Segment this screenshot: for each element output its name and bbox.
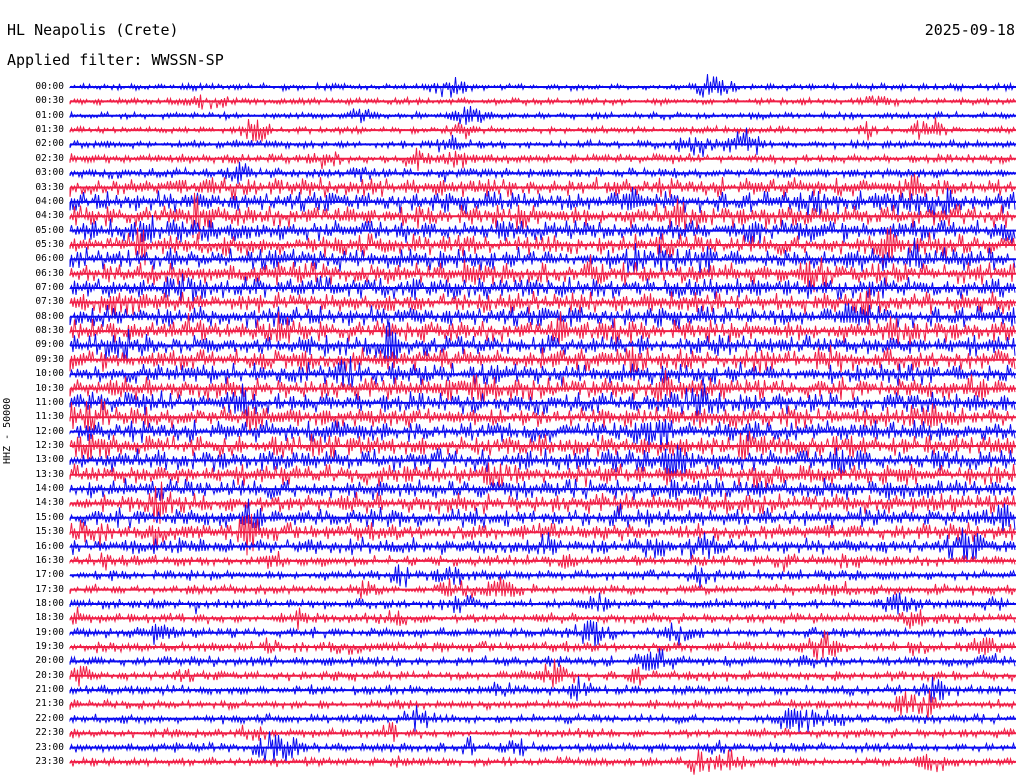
seismic-trace-2230 — [69, 722, 1016, 742]
seismic-trace-0200 — [69, 127, 1016, 157]
seismic-trace-1930 — [69, 630, 1016, 661]
seismic-trace-2000 — [69, 648, 1016, 671]
seismogram-plot — [69, 74, 1016, 775]
seismic-trace-0000 — [69, 74, 1016, 98]
seismic-trace-1730 — [69, 576, 1016, 600]
